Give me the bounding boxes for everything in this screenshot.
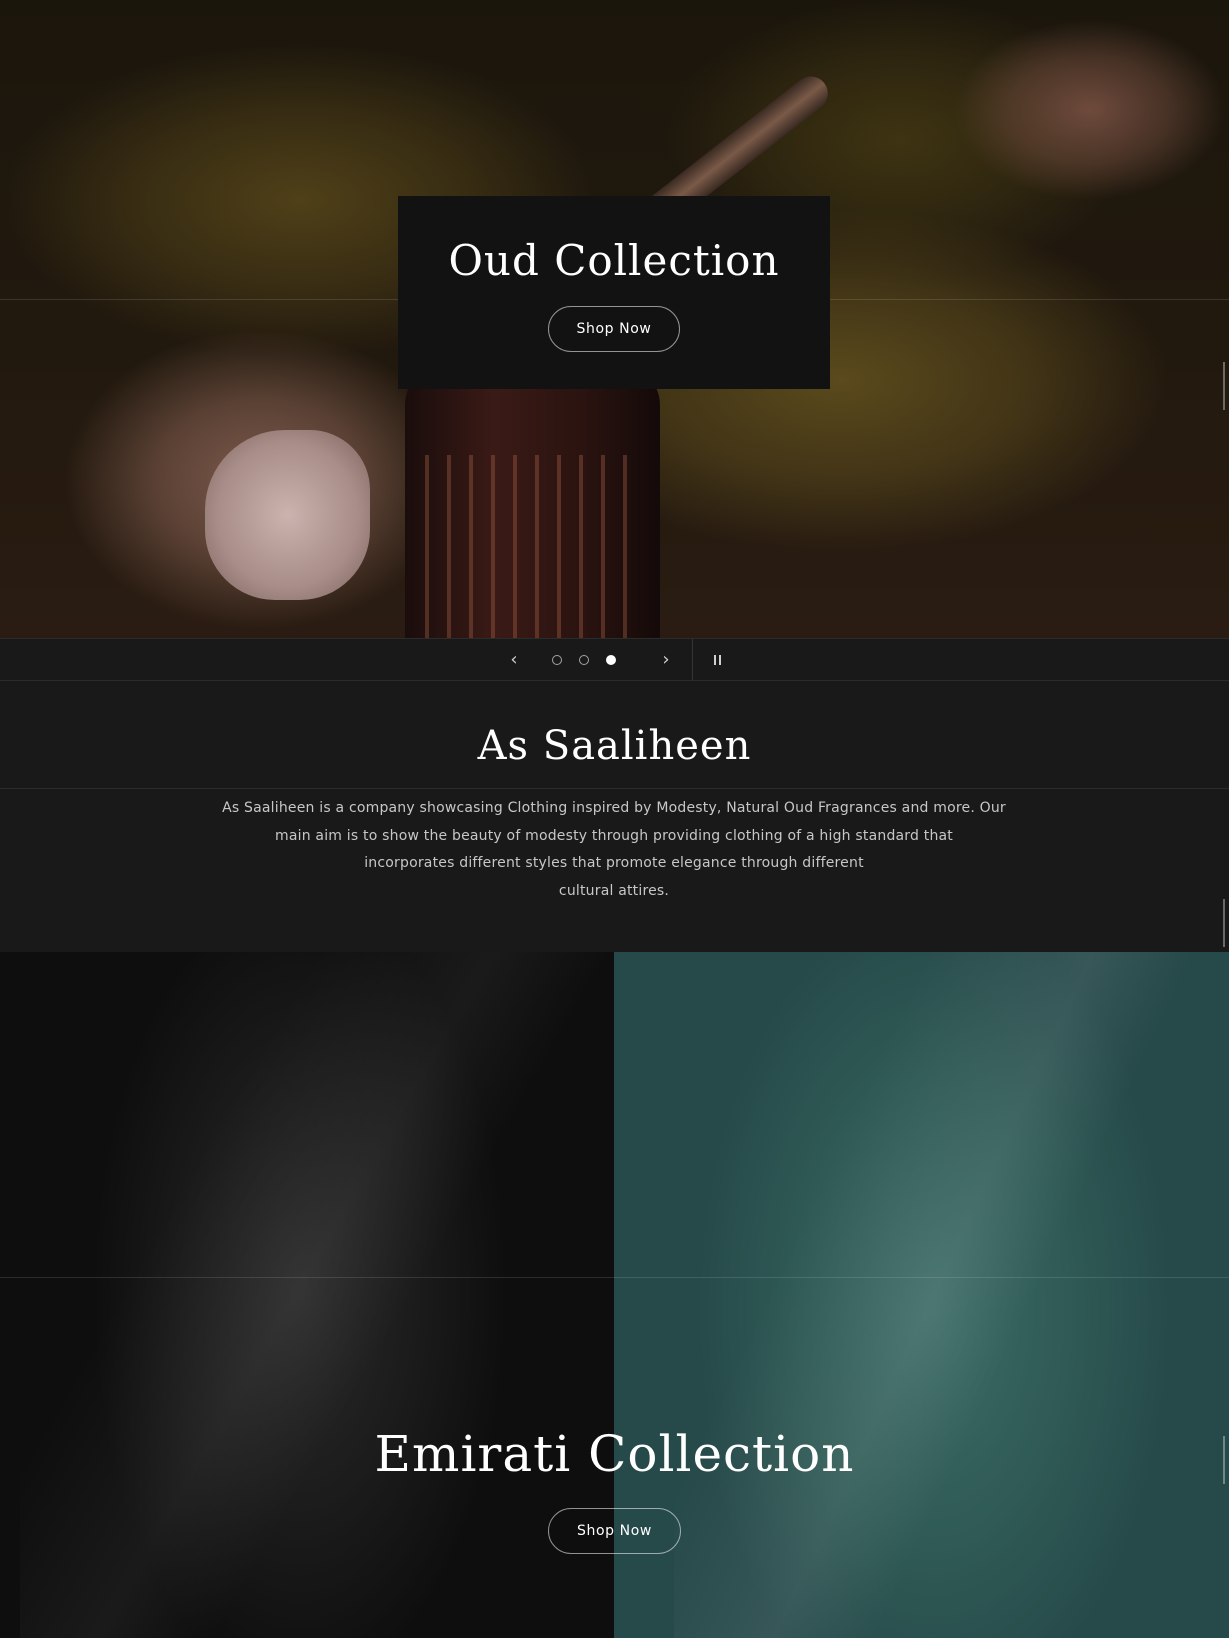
slide-dot-3[interactable] <box>606 654 616 665</box>
oud-bottle-image <box>405 365 660 638</box>
about-line: main aim is to show the beauty of modest… <box>275 827 953 844</box>
about-description: As Saaliheen is a company showcasing Clo… <box>214 795 1014 905</box>
about-line: cultural attires. <box>558 882 670 899</box>
hero-content-box: Oud Collection Shop Now <box>398 196 830 389</box>
about-title: As Saaliheen <box>477 723 752 769</box>
previous-slide-button[interactable]: ‹ <box>498 639 530 680</box>
pause-slideshow-button[interactable] <box>700 639 734 680</box>
next-slide-button[interactable]: › <box>650 639 682 680</box>
pause-icon <box>713 654 721 665</box>
hand-image <box>205 430 370 600</box>
hero-title: Oud Collection <box>448 236 780 285</box>
slider-controls: ‹ › <box>0 638 1229 681</box>
hero-slideshow: Oud Collection Shop Now <box>0 0 1229 638</box>
about-section: As Saaliheen As Saaliheen is a company s… <box>0 681 1229 952</box>
chevron-left-icon: ‹ <box>510 649 518 670</box>
scroll-indicator <box>1223 362 1225 410</box>
scroll-indicator <box>1223 899 1225 947</box>
about-line: As Saaliheen is a company showcasing Clo… <box>222 800 1006 816</box>
collection-banner: Emirati Collection Shop Now <box>0 952 1229 1638</box>
collection-title: Emirati Collection <box>374 1425 855 1483</box>
collection-content: Emirati Collection Shop Now <box>0 1422 1229 1554</box>
about-line: incorporates different styles that promo… <box>364 855 864 871</box>
slide-dot-1[interactable] <box>552 654 562 665</box>
controls-separator <box>692 639 693 680</box>
collection-divider <box>0 1277 1229 1278</box>
about-divider <box>0 788 1229 789</box>
hero-shop-now-button[interactable]: Shop Now <box>547 306 681 352</box>
slide-dots <box>552 639 616 680</box>
chevron-right-icon: › <box>662 649 670 670</box>
slide-dot-2[interactable] <box>579 654 589 665</box>
collection-shop-now-button[interactable]: Shop Now <box>548 1508 681 1554</box>
